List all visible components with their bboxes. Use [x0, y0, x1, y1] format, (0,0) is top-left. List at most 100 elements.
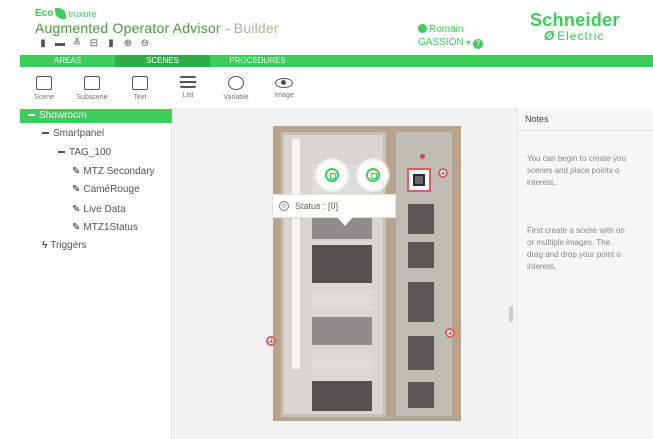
- tree-label: TAG_100: [69, 147, 112, 158]
- resize-handle-icon[interactable]: [438, 168, 448, 178]
- hotspot-variable[interactable]: [317, 160, 347, 190]
- collapse-icon[interactable]: [58, 151, 65, 154]
- scene-canvas[interactable]: ◎ Status : [0]: [172, 108, 515, 439]
- tree-item-point[interactable]: ✎ Live Data: [72, 203, 126, 217]
- status-tooltip: ◎ Status : [0]: [272, 194, 396, 226]
- notes-line: You can begin to create you: [527, 154, 626, 163]
- tree-item-point[interactable]: ✎ CaméRouge: [72, 183, 140, 197]
- subscene-icon: [84, 76, 100, 90]
- chevron-down-icon[interactable]: ▾: [466, 38, 470, 47]
- tree-label: MTZ Secondary: [83, 166, 155, 177]
- ecostruxure-logo: Eco truxure: [35, 8, 96, 19]
- status-text: Status : [0]: [295, 201, 339, 211]
- globe-icon: [418, 24, 427, 33]
- new-file-icon[interactable]: ▮: [38, 38, 48, 49]
- open-folder-icon[interactable]: ▬: [55, 38, 65, 49]
- status-icon: ◎: [279, 201, 289, 211]
- tool-variable[interactable]: Variable: [212, 72, 260, 108]
- collapse-icon[interactable]: [42, 132, 49, 135]
- user-last-name: GASSION: [418, 37, 464, 48]
- tool-image[interactable]: Image: [260, 72, 308, 108]
- tree-label: Smartpanel: [53, 128, 105, 139]
- zoom-in-icon[interactable]: ⊕: [123, 38, 133, 49]
- pin-icon: ✎: [72, 184, 81, 195]
- notes-line: scenes and place points o: [527, 166, 620, 175]
- tool-text[interactable]: Text: [116, 72, 164, 108]
- resize-handle-icon[interactable]: [266, 336, 276, 346]
- brand-eco: Eco: [35, 8, 54, 19]
- tab-procedures[interactable]: PROCEDURES: [210, 55, 305, 67]
- notes-paragraph: You can begin to create you scenes and p…: [527, 153, 626, 189]
- tree-item-triggers[interactable]: ϟ Triggers: [42, 239, 87, 253]
- scene-icon: [36, 76, 52, 90]
- notes-line: drag and drop your point o: [527, 250, 621, 259]
- app-header: Eco truxure Augmented Operator Advisor -…: [0, 0, 653, 55]
- text-icon: [132, 76, 148, 90]
- tool-label: List: [182, 92, 194, 99]
- pin-icon: ✎: [72, 166, 81, 177]
- tool-label: Subscene: [76, 94, 108, 101]
- tree-item-showroom[interactable]: Showroom: [20, 109, 172, 123]
- user-menu[interactable]: Romain GASSION ▾ ?: [418, 23, 484, 49]
- resize-handle-icon[interactable]: [445, 328, 455, 338]
- tab-scenes[interactable]: SCENES: [115, 55, 210, 67]
- indicator-led: [420, 154, 425, 159]
- rack-module: [312, 353, 372, 375]
- file-toolbar: ▮ ▬ ≚ ⊟ ▮ ⊕ ⊖: [38, 38, 150, 49]
- tool-subscene[interactable]: Subscene: [68, 72, 116, 108]
- collapse-icon[interactable]: [28, 114, 35, 117]
- tab-areas[interactable]: AREAS: [20, 55, 115, 67]
- selected-point-target[interactable]: [407, 168, 431, 192]
- meter-panel: [408, 382, 434, 408]
- delete-icon[interactable]: ▮: [106, 38, 116, 49]
- tree-label: MTZ1Status: [83, 222, 138, 233]
- tool-list[interactable]: List: [164, 72, 212, 108]
- rack-module: [312, 245, 372, 283]
- meter-panel: [408, 204, 434, 234]
- variable-icon: [366, 168, 380, 182]
- main-nav: AREAS SCENES PROCEDURES: [20, 55, 653, 67]
- rack-module: [312, 381, 372, 411]
- notes-line: interest.: [527, 262, 556, 271]
- notes-line: First create a scene with on: [527, 226, 625, 235]
- tool-label: Scene: [34, 94, 54, 101]
- tool-label: Image: [274, 92, 294, 99]
- device-thumbnail: [413, 174, 425, 186]
- light-strip: [292, 139, 300, 369]
- tree-item-tag[interactable]: TAG_100: [58, 146, 111, 160]
- variable-icon: [325, 168, 339, 182]
- tree-label: Showroom: [39, 110, 87, 121]
- tree-item-point[interactable]: ✎ MTZ1Status: [72, 221, 138, 235]
- leaf-icon: [55, 8, 67, 19]
- rack-module: [312, 290, 372, 310]
- tooltip-caret: [337, 217, 353, 226]
- import-icon[interactable]: ≚: [72, 38, 82, 49]
- tree-label: CaméRouge: [83, 184, 140, 195]
- scene-tree: Showroom Smartpanel TAG_100 ✎ MTZ Seconda…: [20, 108, 172, 439]
- hotspot-variable[interactable]: [358, 160, 388, 190]
- eye-icon: [275, 78, 293, 88]
- variable-icon: [228, 76, 244, 90]
- help-icon[interactable]: ?: [473, 39, 484, 49]
- divider: [517, 130, 653, 131]
- tree-item-point[interactable]: ✎ MTZ Secondary: [72, 165, 155, 179]
- zoom-out-icon[interactable]: ⊖: [140, 38, 150, 49]
- schneider-logo: Schneider Ø Electric: [530, 10, 620, 43]
- scene-tools: Scene Subscene Text List Variable Image: [20, 72, 653, 108]
- app-title-sub: - Builder: [220, 20, 279, 36]
- notes-line: interest.: [527, 178, 556, 187]
- tool-scene[interactable]: Scene: [20, 72, 68, 108]
- app-title: Augmented Operator Advisor - Builder: [35, 20, 279, 36]
- life-is-on-icon: Ø: [544, 28, 556, 43]
- notes-title: Notes: [525, 114, 549, 124]
- tree-item-smartpanel[interactable]: Smartpanel: [42, 127, 104, 141]
- tool-label: Variable: [223, 94, 249, 101]
- scrollbar[interactable]: [509, 306, 513, 322]
- print-icon[interactable]: ⊟: [89, 38, 99, 49]
- pin-icon: ✎: [72, 204, 81, 215]
- rack-module: [312, 317, 372, 345]
- notes-paragraph: First create a scene with on or multiple…: [527, 225, 625, 273]
- vendor-sub: Electric: [557, 29, 605, 43]
- list-icon: [180, 76, 196, 88]
- notes-panel: Notes You can begin to create you scenes…: [516, 108, 653, 439]
